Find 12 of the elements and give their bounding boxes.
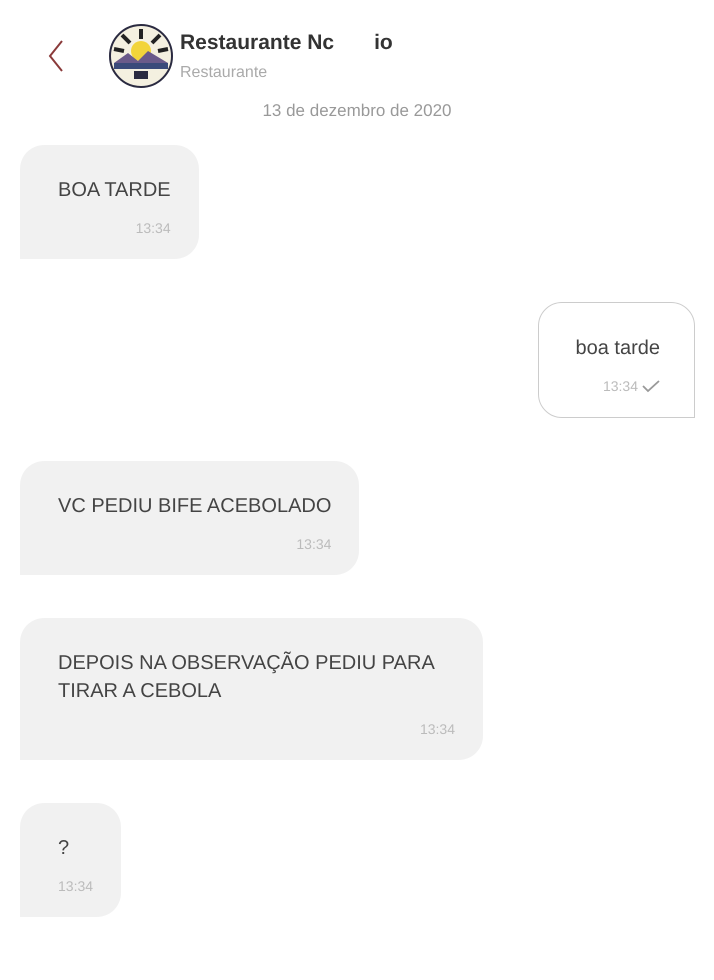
- message-text: boa tarde: [575, 336, 660, 360]
- back-chevron-icon: [48, 39, 64, 73]
- chat-subtitle: Restaurante: [180, 62, 268, 83]
- chat-title: Restaurante Nc: [180, 30, 334, 56]
- message-text: BOA TARDE: [58, 178, 171, 202]
- message-time: 13:34: [602, 376, 638, 396]
- message-text: ?: [58, 836, 70, 860]
- message-text: VC PEDIU BIFE ACEBOLADO: [58, 494, 332, 518]
- chat-title: io: [374, 30, 393, 56]
- restaurant-logo: [108, 23, 174, 89]
- date-label: 13 de dezembro de 2020: [262, 100, 452, 122]
- message-text: DEPOIS NA OBSERVAÇÃO PEDIU PARA TIRAR A CEBOLA: [58, 650, 436, 704]
